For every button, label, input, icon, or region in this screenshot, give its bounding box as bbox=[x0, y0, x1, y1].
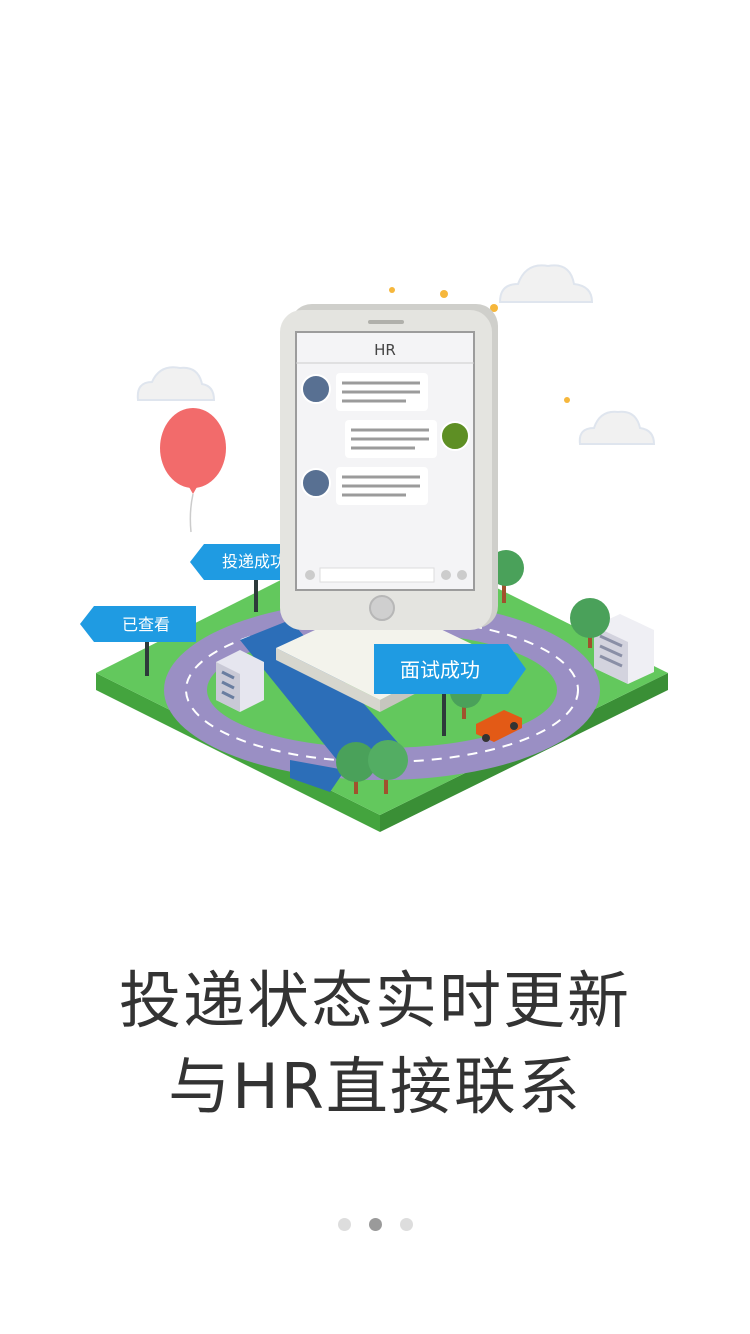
phone-edge bbox=[280, 540, 294, 590]
sign-interview-label: 面试成功 bbox=[400, 658, 480, 682]
sign-delivered-label: 投递成功 bbox=[222, 552, 286, 571]
sparkle-dot bbox=[564, 397, 570, 403]
caption-line-1: 投递状态实时更新 bbox=[118, 964, 631, 1037]
cloud-icon bbox=[498, 264, 594, 303]
page-dot-2[interactable] bbox=[368, 1218, 382, 1231]
cloud-icon bbox=[578, 410, 656, 445]
page-dot-3[interactable] bbox=[399, 1218, 413, 1231]
sparkle-dot bbox=[440, 290, 448, 298]
building-icon bbox=[216, 650, 264, 712]
page-dot-1[interactable] bbox=[337, 1218, 351, 1231]
onboarding-illustration: HR 投递成功 已查看 面试成功 bbox=[80, 264, 668, 832]
caption-line-2: 与HR直接联系 bbox=[168, 1050, 582, 1123]
phone-header-title: HR bbox=[374, 341, 396, 359]
sign-viewed-label: 已查看 bbox=[122, 615, 170, 634]
balloon-icon bbox=[160, 408, 226, 533]
sparkle-dot bbox=[389, 287, 395, 293]
page-indicator bbox=[0, 1218, 750, 1231]
cloud-icon bbox=[136, 366, 216, 401]
